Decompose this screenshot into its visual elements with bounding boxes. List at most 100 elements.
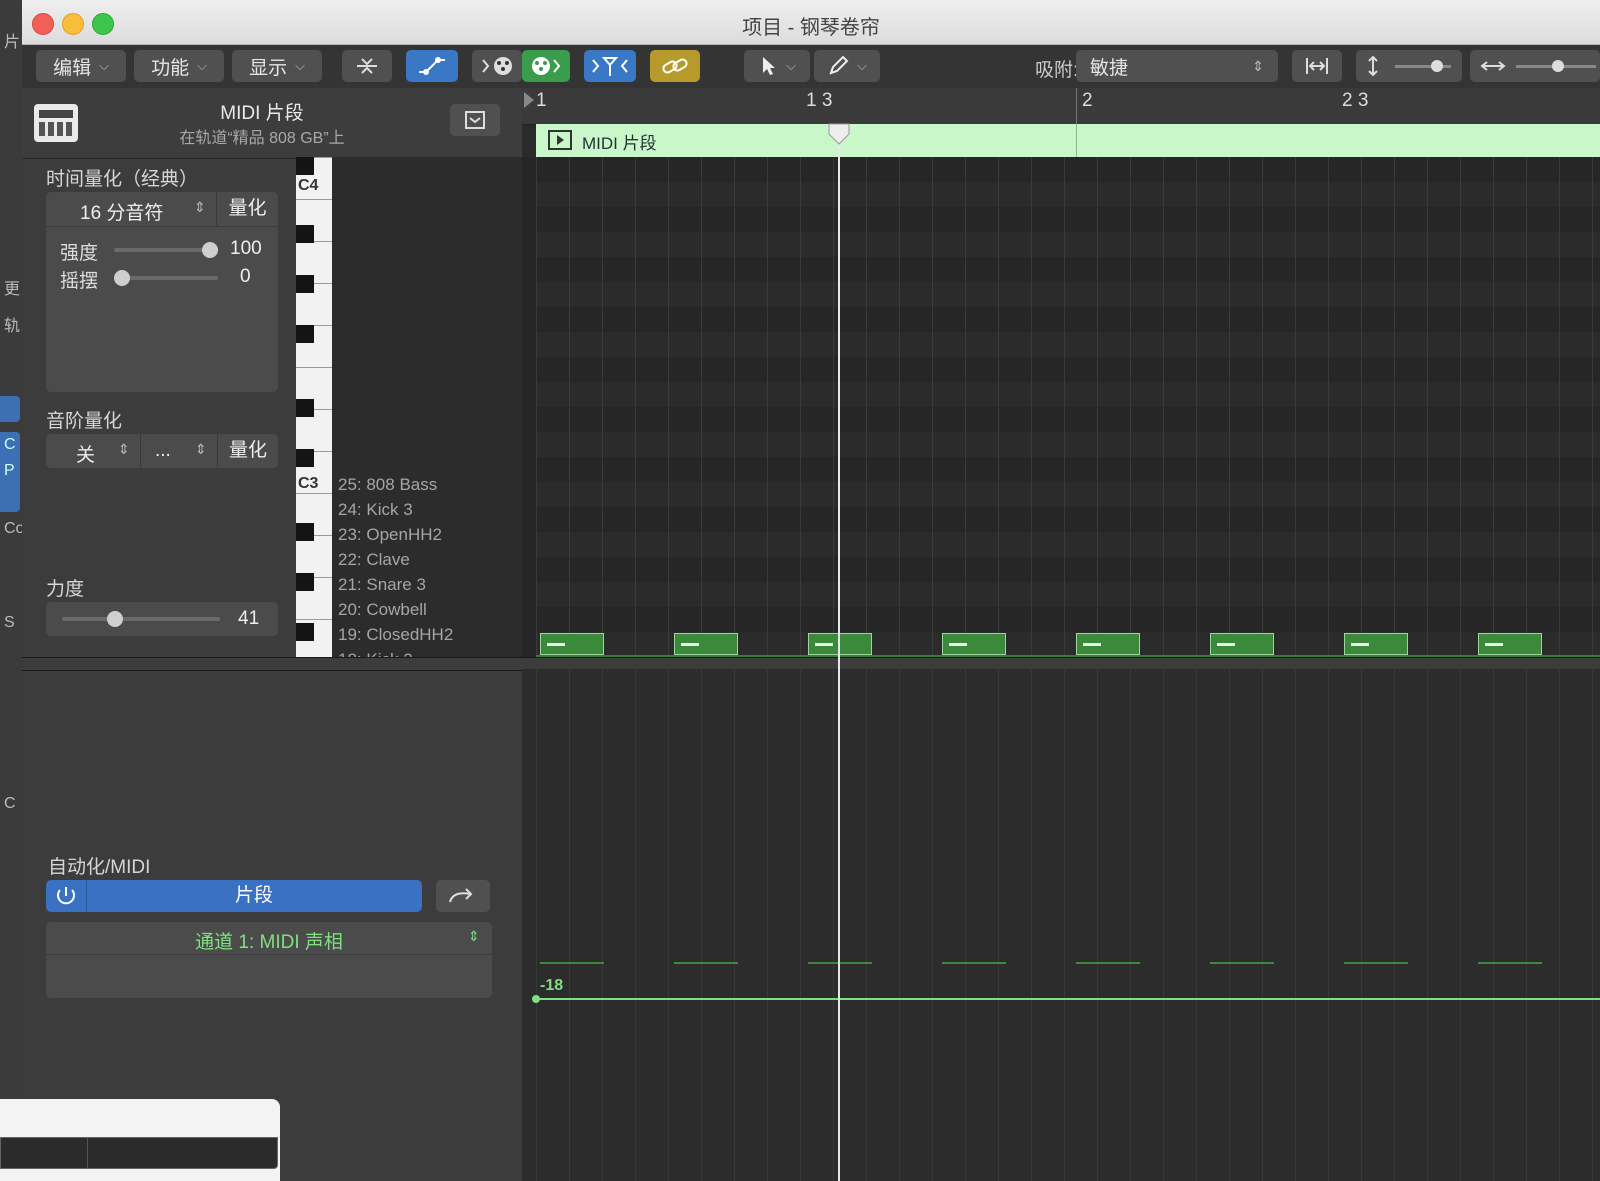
bar-ruler[interactable]: 1 1 3 2 2 3 bbox=[522, 88, 1600, 125]
grid-line bbox=[1559, 669, 1560, 1181]
collapse-button[interactable] bbox=[342, 50, 392, 82]
velocity-stub bbox=[1076, 962, 1140, 964]
quantize-value-select[interactable]: 16 分音符 ⇕ bbox=[46, 192, 217, 227]
catch-playhead-button[interactable] bbox=[584, 50, 636, 82]
black-key[interactable] bbox=[296, 157, 314, 175]
automation-title: 自动化/MIDI bbox=[48, 857, 151, 878]
automation-parameter-select[interactable]: 通道 1: MIDI 声相 ⇕ bbox=[46, 922, 492, 955]
grid-line bbox=[701, 669, 702, 1181]
velocity-slider[interactable] bbox=[62, 617, 220, 621]
midi-note[interactable] bbox=[808, 633, 872, 655]
playhead-handle-icon bbox=[828, 123, 850, 145]
snap-select[interactable]: 敏捷 ⇕ bbox=[1076, 50, 1278, 82]
midi-note[interactable] bbox=[1344, 633, 1408, 655]
c4-label: C4 bbox=[298, 177, 319, 194]
grid-row bbox=[536, 457, 1600, 482]
automation-line[interactable] bbox=[536, 998, 1600, 1000]
grid-line bbox=[1229, 669, 1230, 1181]
black-key[interactable] bbox=[296, 623, 314, 641]
automation-button[interactable] bbox=[406, 50, 458, 82]
black-key[interactable] bbox=[296, 325, 314, 343]
grid-line bbox=[1262, 157, 1263, 657]
piano-roll-grid[interactable] bbox=[522, 157, 1600, 657]
region-collapse-button[interactable] bbox=[450, 104, 500, 136]
automation-mode-label[interactable]: 片段 bbox=[86, 880, 422, 912]
fit-width-button[interactable] bbox=[1292, 50, 1342, 82]
pointer-tool-menu[interactable]: ⌵ bbox=[744, 50, 810, 82]
link-icon bbox=[662, 58, 688, 74]
grid-line bbox=[1328, 157, 1329, 657]
grid-line bbox=[998, 157, 999, 657]
midi-out-button[interactable] bbox=[522, 50, 570, 82]
popup-field bbox=[0, 1137, 278, 1169]
grid-line bbox=[1130, 157, 1131, 657]
vertical-zoom[interactable] bbox=[1356, 50, 1462, 82]
midi-note[interactable] bbox=[674, 633, 738, 655]
grid-line bbox=[668, 669, 669, 1181]
scale-quantize-button[interactable]: 量化 bbox=[218, 434, 278, 468]
time-quantize-button[interactable]: 量化 bbox=[217, 192, 278, 227]
black-key[interactable] bbox=[296, 523, 314, 541]
swing-slider-knob[interactable] bbox=[114, 270, 130, 286]
grid-line bbox=[899, 157, 900, 657]
grid-line bbox=[1526, 669, 1527, 1181]
black-key[interactable] bbox=[296, 225, 314, 243]
grid-line bbox=[668, 157, 669, 657]
midi-region-bar[interactable]: MIDI 片段 bbox=[536, 124, 1600, 157]
white-key-edge bbox=[296, 619, 332, 620]
strength-slider-knob[interactable] bbox=[202, 242, 218, 258]
edit-menu[interactable]: 编辑 ⌵ bbox=[36, 50, 126, 82]
midi-in-button[interactable] bbox=[472, 50, 522, 82]
quantize-value: 16 分音符 bbox=[80, 203, 164, 224]
chevron-down-icon: ⌵ bbox=[857, 58, 867, 73]
white-key-edge bbox=[296, 493, 332, 494]
view-menu[interactable]: 显示 ⌵ bbox=[232, 50, 322, 82]
horizontal-zoom[interactable] bbox=[1470, 50, 1600, 82]
bg-fragment: 轨 bbox=[4, 318, 21, 335]
drum-name: 22: Clave bbox=[338, 550, 410, 569]
black-key[interactable] bbox=[296, 275, 314, 293]
midi-note[interactable] bbox=[1478, 633, 1542, 655]
grid-row bbox=[536, 332, 1600, 357]
grid-line bbox=[734, 157, 735, 657]
piano-keyboard[interactable]: C4 C3 bbox=[296, 157, 333, 657]
bg-blue-item bbox=[0, 396, 20, 422]
grid-line bbox=[998, 669, 999, 1181]
grid-line bbox=[866, 669, 867, 1181]
ruler-mark: 1 3 bbox=[806, 90, 833, 111]
midi-note[interactable] bbox=[942, 633, 1006, 655]
drum-name: 23: OpenHH2 bbox=[338, 525, 442, 544]
automation-lane[interactable]: -18 bbox=[522, 669, 1600, 1181]
black-key[interactable] bbox=[296, 399, 314, 417]
grid-row bbox=[536, 582, 1600, 607]
midi-note[interactable] bbox=[540, 633, 604, 655]
grid-line bbox=[965, 669, 966, 1181]
black-key[interactable] bbox=[296, 573, 314, 591]
bg-fragment: P bbox=[4, 462, 15, 479]
grid-line bbox=[833, 669, 834, 1181]
velocity-box: 41 bbox=[46, 602, 278, 636]
midi-note[interactable] bbox=[1076, 633, 1140, 655]
automation-point[interactable] bbox=[532, 995, 540, 1003]
scale-type-select[interactable]: ... ⇕ bbox=[141, 434, 218, 468]
grid-line bbox=[1262, 669, 1263, 1181]
grid-row bbox=[536, 382, 1600, 407]
grid-line bbox=[1493, 157, 1494, 657]
background-window-strip: 片 更 轨 C P Co S C bbox=[0, 0, 24, 1181]
playhead[interactable] bbox=[828, 123, 850, 1181]
link-button[interactable] bbox=[650, 50, 700, 82]
black-key[interactable] bbox=[296, 449, 314, 467]
automation-parameter-value: 通道 1: MIDI 声相 bbox=[195, 932, 343, 953]
velocity-slider-knob[interactable] bbox=[107, 611, 124, 627]
title-bar: 项目 - 钢琴卷帘 bbox=[22, 0, 1600, 45]
chevron-down-icon: ⌵ bbox=[786, 58, 796, 73]
automation-extend-button[interactable] bbox=[436, 880, 490, 912]
pencil-tool-menu[interactable]: ⌵ bbox=[814, 50, 880, 82]
chevron-down-icon: ⌵ bbox=[295, 58, 305, 73]
scale-key-select[interactable]: 关 ⇕ bbox=[46, 434, 141, 468]
automation-power-button[interactable] bbox=[46, 880, 87, 912]
drum-name: 20: Cowbell bbox=[338, 600, 427, 619]
drum-name: 24: Kick 3 bbox=[338, 500, 413, 519]
functions-menu[interactable]: 功能 ⌵ bbox=[134, 50, 224, 82]
midi-note[interactable] bbox=[1210, 633, 1274, 655]
